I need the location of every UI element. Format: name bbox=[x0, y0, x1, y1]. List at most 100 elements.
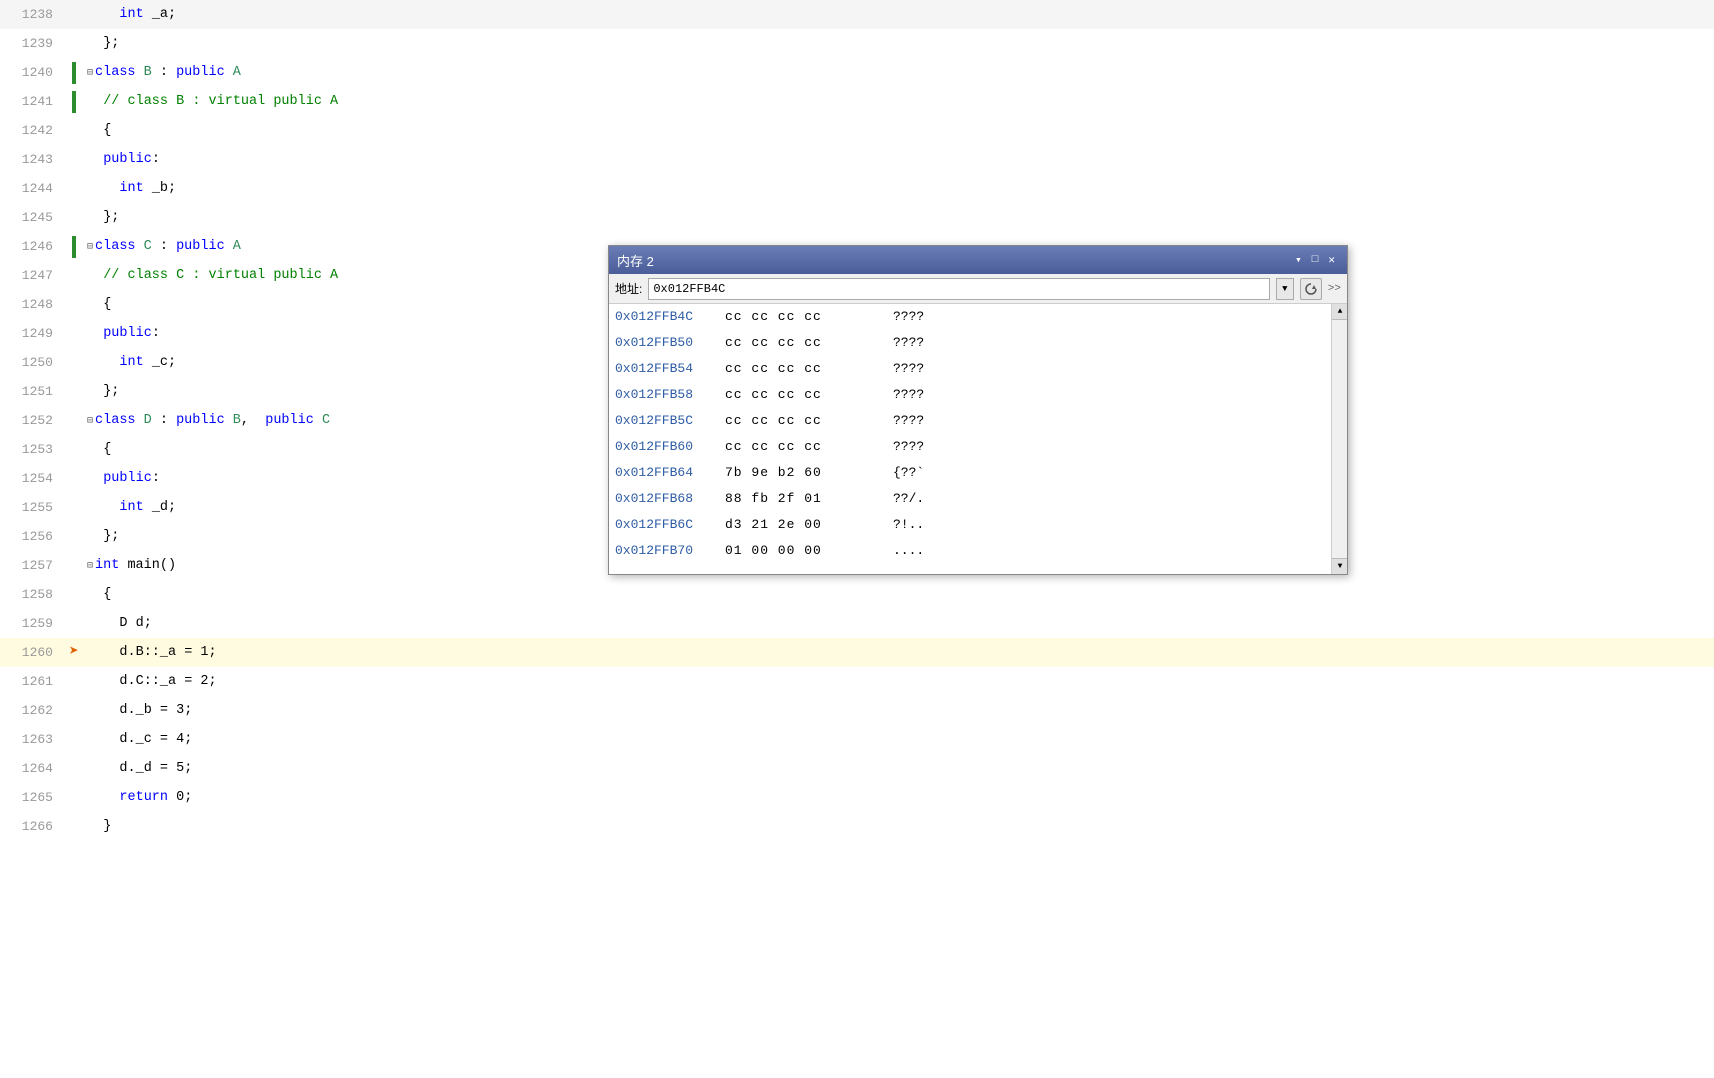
scroll-up-arrow[interactable]: ▲ bbox=[1332, 304, 1347, 320]
code-content: d.C::_a = 2; bbox=[83, 667, 1714, 696]
line-marker bbox=[65, 91, 83, 113]
code-line-1261: 1261 d.C::_a = 2; bbox=[0, 667, 1714, 696]
code-line-1263: 1263 d._c = 4; bbox=[0, 725, 1714, 754]
mem-bytes: cc cc cc cc bbox=[725, 382, 885, 408]
code-line-1262: 1262 d._b = 3; bbox=[0, 696, 1714, 725]
line-number: 1241 bbox=[0, 87, 65, 116]
line-number: 1264 bbox=[0, 754, 65, 783]
line-number: 1239 bbox=[0, 29, 65, 58]
mem-addr: 0x012FFB6C bbox=[615, 512, 725, 538]
mem-row: 0x012FFB50 cc cc cc cc ???? bbox=[609, 330, 1347, 356]
line-number: 1244 bbox=[0, 174, 65, 203]
collapse-icon[interactable]: ⊟ bbox=[87, 242, 93, 253]
mem-addr: 0x012FFB5C bbox=[615, 408, 725, 434]
line-number: 1256 bbox=[0, 522, 65, 551]
mem-chars: ???? bbox=[885, 356, 924, 382]
memory-content: 0x012FFB4C cc cc cc cc ???? 0x012FFB50 c… bbox=[609, 304, 1347, 574]
line-number: 1254 bbox=[0, 464, 65, 493]
code-content: { bbox=[83, 116, 1714, 145]
mem-bytes: 01 00 00 00 bbox=[725, 538, 885, 564]
memory-window: 内存 2 ▾ □ ✕ 地址: ▼ >> 0x012FFB4C cc cc cc … bbox=[608, 245, 1348, 575]
mem-row: 0x012FFB64 7b 9e b2 60 {??` bbox=[609, 460, 1347, 486]
collapse-icon[interactable]: ⊟ bbox=[87, 416, 93, 427]
line-number: 1261 bbox=[0, 667, 65, 696]
collapse-icon[interactable]: ⊟ bbox=[87, 561, 93, 572]
code-content: } bbox=[83, 812, 1714, 841]
green-bar bbox=[72, 236, 76, 258]
mem-chars: {??` bbox=[885, 460, 924, 486]
line-number: 1263 bbox=[0, 725, 65, 754]
code-content: d._c = 4; bbox=[83, 725, 1714, 754]
line-number: 1255 bbox=[0, 493, 65, 522]
mem-chars: .... bbox=[885, 538, 924, 564]
mem-row: 0x012FFB5C cc cc cc cc ???? bbox=[609, 408, 1347, 434]
code-content: D d; bbox=[83, 609, 1714, 638]
line-number: 1260 bbox=[0, 638, 65, 667]
mem-addr: 0x012FFB60 bbox=[615, 434, 725, 460]
line-number: 1262 bbox=[0, 696, 65, 725]
mem-row: 0x012FFB58 cc cc cc cc ???? bbox=[609, 382, 1347, 408]
line-number: 1245 bbox=[0, 203, 65, 232]
code-line-1258: 1258 { bbox=[0, 580, 1714, 609]
line-number: 1266 bbox=[0, 812, 65, 841]
mem-row: 0x012FFB68 88 fb 2f 01 ??/. bbox=[609, 486, 1347, 512]
code-content: int _b; bbox=[83, 174, 1714, 203]
pin-button[interactable]: ▾ bbox=[1291, 252, 1306, 268]
mem-chars: ???? bbox=[885, 304, 924, 330]
refresh-button[interactable] bbox=[1300, 278, 1322, 300]
mem-chars: ???? bbox=[885, 330, 924, 356]
code-line-1242: 1242 { bbox=[0, 116, 1714, 145]
code-content: d._d = 5; bbox=[83, 754, 1714, 783]
close-button[interactable]: ✕ bbox=[1324, 252, 1339, 268]
code-line-1264: 1264 d._d = 5; bbox=[0, 754, 1714, 783]
mem-row: 0x012FFB54 cc cc cc cc ???? bbox=[609, 356, 1347, 382]
mem-chars: ?!.. bbox=[885, 512, 924, 538]
mem-addr: 0x012FFB64 bbox=[615, 460, 725, 486]
code-content: { bbox=[83, 580, 1714, 609]
mem-bytes: cc cc cc cc bbox=[725, 408, 885, 434]
mem-bytes: 88 fb 2f 01 bbox=[725, 486, 885, 512]
addr-label: 地址: bbox=[615, 280, 642, 297]
line-marker: ➤ bbox=[65, 638, 83, 667]
line-number: 1246 bbox=[0, 232, 65, 261]
mem-addr: 0x012FFB54 bbox=[615, 356, 725, 382]
code-content: ⊟class B : public A bbox=[83, 58, 1714, 88]
mem-chars: ???? bbox=[885, 408, 924, 434]
code-line-1244: 1244 int _b; bbox=[0, 174, 1714, 203]
code-line-1243: 1243 public: bbox=[0, 145, 1714, 174]
code-content: }; bbox=[83, 29, 1714, 58]
mem-addr: 0x012FFB4C bbox=[615, 304, 725, 330]
code-line-1238: 1238 int _a; bbox=[0, 0, 1714, 29]
code-content: int _a; bbox=[83, 0, 1714, 29]
mem-chars: ???? bbox=[885, 382, 924, 408]
mem-bytes: cc cc cc cc bbox=[725, 434, 885, 460]
mem-addr: 0x012FFB68 bbox=[615, 486, 725, 512]
code-line-1241: 1241 // class B : virtual public A bbox=[0, 87, 1714, 116]
line-number: 1247 bbox=[0, 261, 65, 290]
addr-input[interactable] bbox=[648, 278, 1269, 300]
line-number: 1257 bbox=[0, 551, 65, 580]
scrollbar[interactable]: ▲ ▼ bbox=[1331, 304, 1347, 574]
line-marker bbox=[65, 62, 83, 84]
collapse-icon[interactable]: ⊟ bbox=[87, 68, 93, 79]
mem-addr: 0x012FFB58 bbox=[615, 382, 725, 408]
green-bar bbox=[72, 91, 76, 113]
addr-dropdown[interactable]: ▼ bbox=[1276, 278, 1294, 300]
code-content: return 0; bbox=[83, 783, 1714, 812]
mem-bytes: 7b 9e b2 60 bbox=[725, 460, 885, 486]
mem-row: 0x012FFB60 cc cc cc cc ???? bbox=[609, 434, 1347, 460]
code-content: d._b = 3; bbox=[83, 696, 1714, 725]
code-line-1259: 1259 D d; bbox=[0, 609, 1714, 638]
mem-row: 0x012FFB70 01 00 00 00 .... bbox=[609, 538, 1347, 564]
code-line-1245: 1245 }; bbox=[0, 203, 1714, 232]
line-number: 1259 bbox=[0, 609, 65, 638]
memory-toolbar: 地址: ▼ >> bbox=[609, 274, 1347, 304]
arrow-icon: ➤ bbox=[69, 638, 79, 667]
mem-addr: 0x012FFB70 bbox=[615, 538, 725, 564]
expand-button[interactable]: >> bbox=[1328, 283, 1341, 295]
code-line-1260: 1260 ➤ d.B::_a = 1; bbox=[0, 638, 1714, 667]
green-bar bbox=[72, 62, 76, 84]
memory-titlebar: 内存 2 ▾ □ ✕ bbox=[609, 246, 1347, 274]
scroll-down-arrow[interactable]: ▼ bbox=[1332, 558, 1347, 574]
maximize-button[interactable]: □ bbox=[1308, 253, 1323, 267]
